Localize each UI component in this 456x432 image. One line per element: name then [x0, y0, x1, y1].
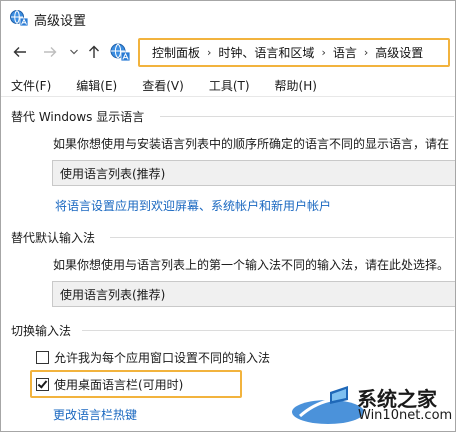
arrow-right-icon: [44, 47, 57, 57]
arrow-up-icon: [89, 45, 99, 58]
breadcrumb-item-advanced-settings[interactable]: 高级设置: [375, 44, 423, 61]
display-language-description: 如果你想使用与安装语言列表中的顺序所确定的语言不同的显示语言，请在: [53, 137, 450, 151]
arrow-left-icon: [13, 47, 26, 57]
forward-button[interactable]: [41, 43, 59, 61]
breadcrumb-separator[interactable]: ›: [321, 46, 325, 59]
back-button[interactable]: [11, 43, 29, 61]
menu-tools[interactable]: 工具(T): [199, 77, 250, 94]
default-input-heading: 替代默认输入法: [11, 231, 96, 245]
per-app-input-option[interactable]: 允许我为每个应用窗口设置不同的输入法: [36, 348, 270, 366]
control-panel-icon: [110, 43, 131, 62]
per-app-input-label: 允许我为每个应用窗口设置不同的输入法: [54, 350, 271, 365]
window-title: 高级设置: [34, 14, 87, 29]
section-divider: [82, 330, 454, 331]
chevron-down-icon: [70, 49, 78, 55]
menu-bar: 文件(F) 编辑(E) 查看(V) 工具(T) 帮助(H): [1, 75, 455, 97]
check-icon: [37, 377, 48, 389]
display-language-selected: 使用语言列表(推荐): [60, 166, 166, 181]
default-input-select[interactable]: 使用语言列表(推荐): [52, 281, 456, 307]
menu-view[interactable]: 查看(V): [132, 77, 184, 94]
menu-file[interactable]: 文件(F): [1, 77, 51, 94]
desktop-language-bar-checkbox[interactable]: [36, 377, 49, 391]
breadcrumb: 控制面板 › 时钟、语言和区域 › 语言 › 高级设置: [138, 38, 450, 67]
breadcrumb-separator[interactable]: ›: [207, 46, 211, 59]
menu-help[interactable]: 帮助(H): [265, 77, 317, 94]
breadcrumb-item-clock-language-region[interactable]: 时钟、语言和区域: [218, 44, 314, 61]
apply-to-welcome-screen-link[interactable]: 将语言设置应用到欢迎屏幕、系统帐户和新用户帐户: [55, 197, 331, 214]
breadcrumb-item-language[interactable]: 语言: [333, 44, 357, 61]
title-bar: 高级设置: [1, 1, 455, 33]
language-settings-icon: [10, 10, 29, 27]
desktop-language-bar-label: 使用桌面语言栏(可用时): [54, 377, 184, 392]
switch-input-heading: 切换输入法: [11, 324, 72, 338]
up-button[interactable]: [85, 43, 103, 61]
display-language-select[interactable]: 使用语言列表(推荐): [52, 160, 456, 186]
watermark-url: Win10net.com: [358, 408, 453, 423]
recent-locations-button[interactable]: [65, 43, 83, 61]
default-input-description: 如果你想使用与语言列表上的第一个输入法不同的输入法，请在此处选择。: [53, 258, 450, 272]
section-divider: [160, 116, 454, 117]
breadcrumb-item-control-panel[interactable]: 控制面板: [152, 44, 200, 61]
section-divider: [110, 237, 454, 238]
breadcrumb-separator[interactable]: ›: [364, 46, 368, 59]
default-input-selected: 使用语言列表(推荐): [60, 287, 166, 302]
display-language-heading: 替代 Windows 显示语言: [11, 110, 145, 124]
desktop-language-bar-option[interactable]: 使用桌面语言栏(可用时): [36, 375, 183, 393]
menu-edit[interactable]: 编辑(E): [66, 77, 117, 94]
per-app-input-checkbox[interactable]: [36, 350, 49, 364]
navigation-bar: 控制面板 › 时钟、语言和区域 › 语言 › 高级设置: [1, 34, 455, 70]
change-language-bar-hotkeys-link[interactable]: 更改语言栏热键: [53, 406, 137, 423]
